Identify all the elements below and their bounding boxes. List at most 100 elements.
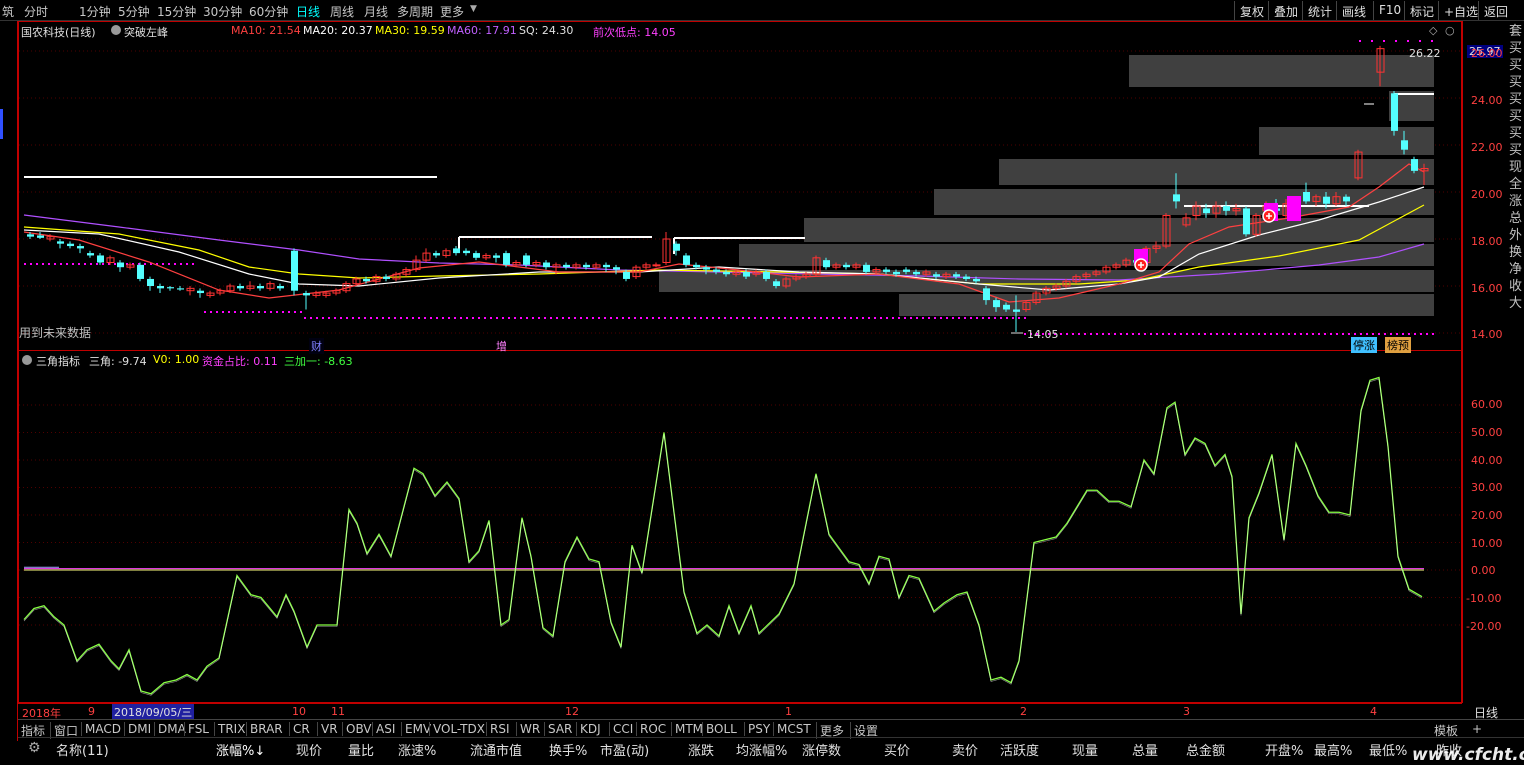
indicator-tab[interactable]: DMI (124, 722, 151, 736)
column-header[interactable]: 现量 (1072, 740, 1098, 759)
support-dot (304, 317, 306, 319)
candle-down (913, 271, 920, 275)
period-15min[interactable]: 15分钟 (157, 3, 196, 20)
support-dot (1006, 317, 1008, 319)
column-header[interactable]: 总量 (1132, 740, 1158, 759)
support-dot (1228, 333, 1230, 335)
indicator-tab[interactable]: MACD (81, 722, 121, 736)
support-dot (1078, 333, 1080, 335)
column-header[interactable]: 总金额 (1186, 740, 1225, 759)
tab-left[interactable]: 筑 (2, 3, 14, 20)
indicator-tab[interactable]: MCST (773, 722, 811, 736)
period-fenshi[interactable]: 分时 (24, 3, 48, 20)
ma20-label: MA20: 20.37 (303, 24, 373, 37)
column-header[interactable]: 市盈(动) (600, 740, 649, 759)
indicator-circle-icon[interactable] (22, 355, 32, 365)
draw-button[interactable]: 画线 (1336, 1, 1371, 20)
indicator-tab[interactable]: VR (317, 722, 338, 736)
indicator-tab[interactable]: DMA (154, 722, 186, 736)
indicator-tab[interactable]: VOL-TDX (429, 722, 485, 736)
candle-down (713, 269, 720, 272)
indicator-tab[interactable]: ASI (372, 722, 395, 736)
price-tick: 16.00 (1471, 282, 1503, 295)
support-dot (1419, 40, 1421, 42)
support-dot (826, 317, 828, 319)
period-monthly[interactable]: 月线 (364, 3, 388, 20)
period-toolbar: 筑 分时 1分钟 5分钟 15分钟 30分钟 60分钟 日线 周线 月线 多周期… (0, 0, 1524, 21)
column-header[interactable]: 量比 (348, 740, 374, 759)
indicator-tab[interactable]: BRAR (246, 722, 283, 736)
column-header[interactable]: 现价 (296, 740, 322, 759)
indicator-tab[interactable]: KDJ (576, 722, 601, 736)
support-dot (964, 317, 966, 319)
column-header[interactable]: 最低% (1369, 740, 1407, 759)
gear-icon[interactable]: ⚙ (28, 740, 41, 756)
indicator-tab[interactable]: SAR (544, 722, 572, 736)
column-header[interactable]: 涨跌 (688, 740, 714, 759)
column-header[interactable]: 买价 (884, 740, 910, 759)
column-header[interactable]: 开盘% (1265, 740, 1303, 759)
indicator-v0: V0: 1.00 (153, 353, 200, 366)
support-dot (952, 317, 954, 319)
indicator-tab[interactable]: BOLL (702, 722, 737, 736)
indicator-plus-one: 三加一: -8.63 (284, 355, 353, 368)
indicator-tab[interactable]: MTM (671, 722, 703, 736)
column-header[interactable]: 流通市值 (470, 740, 522, 759)
column-header[interactable]: 卖价 (952, 740, 978, 759)
period-multi[interactable]: 多周期 (397, 3, 433, 20)
support-dot (394, 317, 396, 319)
column-header[interactable]: 名称(11) (56, 740, 109, 759)
list-first-row[interactable] (18, 759, 1524, 765)
indicator-tab[interactable]: TRIX (214, 722, 245, 736)
indicator-tab[interactable]: WR (516, 722, 540, 736)
indicator-tab[interactable]: FSL (184, 722, 209, 736)
indicator-tab[interactable]: CCI (609, 722, 633, 736)
circle-icon[interactable]: ○ (1445, 24, 1455, 37)
ma60-label: MA60: 17.91 (447, 24, 517, 37)
indicator-tab[interactable]: CR (289, 722, 310, 736)
f10-button[interactable]: F10 (1373, 1, 1406, 20)
indicator-tab[interactable]: OBV (342, 722, 372, 736)
indicator-tab[interactable]: EMV (401, 722, 431, 736)
support-dot (940, 317, 942, 319)
formula-circle-icon[interactable] (111, 25, 121, 35)
mark-button[interactable]: 标记 (1404, 1, 1439, 20)
period-weekly[interactable]: 周线 (330, 3, 354, 20)
kline-chart[interactable]: 国农科技(日线) 突破左峰 MA10: 21.54 MA20: 20.37 MA… (18, 21, 1463, 354)
column-header[interactable]: 涨停数 (802, 740, 841, 759)
column-header[interactable]: 换手% (549, 740, 587, 759)
candle-down (993, 300, 1000, 308)
add-template-button[interactable]: + (1472, 722, 1482, 736)
back-button[interactable]: 返回 (1478, 1, 1513, 20)
stats-button[interactable]: 统计 (1302, 1, 1337, 20)
period-5min[interactable]: 5分钟 (118, 3, 150, 20)
period-1min[interactable]: 1分钟 (79, 3, 111, 20)
overlay-button[interactable]: 叠加 (1268, 1, 1303, 20)
period-daily[interactable]: 日线 (296, 3, 320, 20)
column-header[interactable]: 涨幅%↓ (216, 740, 265, 759)
indicator-chart[interactable]: 三角指标 三角: -9.74 V0: 1.00 资金占比: 0.11 三加一: … (18, 351, 1463, 703)
support-dot (144, 263, 146, 265)
indicator-tab[interactable]: ROC (636, 722, 666, 736)
period-60min[interactable]: 60分钟 (249, 3, 288, 20)
diamond-icon[interactable]: ◇ (1429, 24, 1437, 37)
support-dot (658, 317, 660, 319)
indicator-tab[interactable]: PSY (744, 722, 770, 736)
support-dot (1354, 333, 1356, 335)
period-more[interactable]: 更多 (440, 3, 464, 20)
support-dot (1066, 333, 1068, 335)
column-header[interactable]: 涨速% (398, 740, 436, 759)
column-header[interactable]: 活跃度 (1000, 740, 1039, 759)
date-month: 10 (292, 705, 306, 718)
column-header[interactable]: 最高% (1314, 740, 1352, 759)
support-dot (1264, 333, 1266, 335)
candle-down (1323, 196, 1330, 204)
fuquan-button[interactable]: 复权 (1234, 1, 1269, 20)
period-30min[interactable]: 30分钟 (203, 3, 242, 20)
add-watchlist-button[interactable]: +自选 (1438, 1, 1483, 20)
indicator-tab[interactable]: RSI (486, 722, 510, 736)
support-dot (958, 317, 960, 319)
column-header[interactable]: 均涨幅% (736, 740, 787, 759)
support-dot (1384, 333, 1386, 335)
support-dot (210, 311, 212, 313)
